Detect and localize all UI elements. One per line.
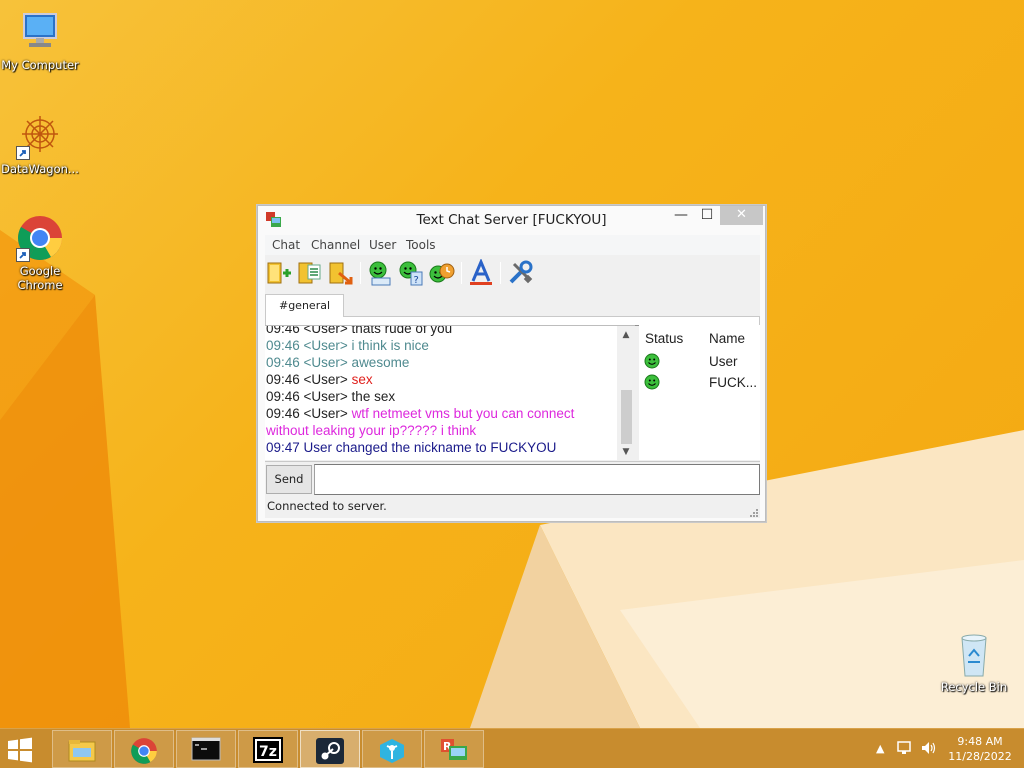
taskbar-file-explorer[interactable] bbox=[52, 730, 112, 768]
chat-message: 09:46 <User> awesome bbox=[266, 355, 410, 370]
vpn-icon bbox=[380, 739, 404, 763]
message-prefix: 09:46 <User> bbox=[266, 372, 352, 387]
user-list-header: Status Name bbox=[639, 325, 760, 351]
taskbar-vpn[interactable] bbox=[362, 730, 422, 768]
user-list-item[interactable]: FUCK... bbox=[639, 374, 760, 394]
message-input-row: Send bbox=[265, 461, 760, 495]
chat-message: 09:46 <User> i think is nice bbox=[266, 338, 429, 353]
computer-icon bbox=[16, 8, 64, 56]
chat-log[interactable]: 09:46 <User> thats rude of you 09:46 <Us… bbox=[265, 325, 635, 460]
taskbar-remote-app[interactable]: R bbox=[424, 730, 484, 768]
scroll-thumb[interactable] bbox=[621, 390, 632, 444]
taskbar-steam[interactable] bbox=[300, 730, 360, 768]
title-bar[interactable]: Text Chat Server [FUCKYOU] — ☐ ✕ bbox=[257, 205, 766, 235]
window-client-area: Chat Channel User Tools ? #general 09:46… bbox=[265, 235, 760, 518]
shortcut-arrow-icon bbox=[16, 248, 30, 262]
desktop-icon-label: DataWagon... bbox=[1, 162, 79, 176]
close-button[interactable]: ✕ bbox=[720, 206, 763, 225]
user-list-item[interactable]: User bbox=[639, 353, 760, 373]
scroll-up-arrow-icon[interactable]: ▲ bbox=[621, 330, 631, 340]
resize-grip-icon[interactable] bbox=[748, 506, 758, 517]
windows-logo-icon bbox=[8, 737, 32, 763]
message-prefix: 09:46 <User> bbox=[266, 406, 352, 421]
tab-general[interactable]: #general bbox=[265, 294, 344, 317]
network-icon[interactable] bbox=[896, 740, 912, 759]
channel-tabs: #general bbox=[265, 294, 760, 326]
chat-message: 09:46 <User> wtf netmeet vms but you can… bbox=[265, 405, 617, 439]
taskbar-terminal[interactable] bbox=[176, 730, 236, 768]
message-text: sex bbox=[351, 372, 373, 387]
show-hidden-icons-icon[interactable]: ▲ bbox=[876, 742, 884, 755]
menu-chat[interactable]: Chat bbox=[272, 238, 300, 252]
whois-icon[interactable]: ? bbox=[397, 259, 425, 287]
minimize-button[interactable]: — bbox=[668, 206, 694, 226]
svg-text:?: ? bbox=[414, 275, 419, 286]
chat-message: 09:47 User changed the nickname to FUCKY… bbox=[266, 440, 557, 455]
recycle-bin-icon bbox=[950, 630, 998, 678]
connection-status: Connected to server. bbox=[267, 499, 387, 513]
steam-icon bbox=[316, 738, 344, 764]
desktop-icon-label: Recycle Bin bbox=[940, 680, 1008, 694]
toolbar-separator bbox=[461, 262, 462, 284]
desktop-icon-label: My Computer bbox=[1, 58, 79, 72]
user-info-icon[interactable] bbox=[366, 259, 394, 287]
taskbar-7zip[interactable]: 7z bbox=[238, 730, 298, 768]
menu-bar: Chat Channel User Tools bbox=[265, 235, 760, 255]
online-status-icon bbox=[644, 374, 660, 390]
7zip-icon: 7z bbox=[253, 737, 283, 763]
column-header-status[interactable]: Status bbox=[645, 331, 683, 346]
user-name: User bbox=[709, 354, 738, 369]
file-explorer-icon bbox=[68, 740, 96, 762]
desktop-icon-google-chrome[interactable]: Google Chrome bbox=[0, 214, 80, 292]
chat-message: 09:46 <User> the sex bbox=[266, 389, 396, 404]
chat-log-scrollbar[interactable]: ▲ ▼ bbox=[617, 326, 635, 460]
message-input[interactable] bbox=[314, 464, 760, 495]
chat-message: 09:46 <User> thats rude of you bbox=[266, 325, 453, 336]
chrome-icon bbox=[16, 214, 64, 262]
menu-user[interactable]: User bbox=[369, 238, 396, 252]
channel-list-icon[interactable] bbox=[296, 259, 324, 287]
clock-date: 11/28/2022 bbox=[948, 750, 1012, 763]
datawagon-icon bbox=[16, 112, 64, 160]
toolbar: ? bbox=[265, 256, 760, 290]
toolbar-separator bbox=[500, 262, 501, 284]
settings-icon[interactable] bbox=[506, 259, 534, 287]
chat-server-window: Text Chat Server [FUCKYOU] — ☐ ✕ Chat Ch… bbox=[256, 204, 767, 523]
taskbar-clock[interactable]: 9:48 AM 11/28/2022 bbox=[940, 734, 1020, 764]
join-channel-icon[interactable] bbox=[265, 259, 293, 287]
user-name: FUCK... bbox=[709, 375, 758, 390]
leave-channel-icon[interactable] bbox=[327, 259, 355, 287]
desktop-icon-label: Google Chrome bbox=[17, 264, 63, 292]
remote-app-icon: R bbox=[441, 739, 467, 760]
maximize-button[interactable]: ☐ bbox=[694, 206, 720, 226]
chrome-icon bbox=[131, 738, 157, 764]
toolbar-separator bbox=[360, 262, 361, 284]
desktop-icon-my-computer[interactable]: My Computer bbox=[0, 8, 80, 72]
menu-tools[interactable]: Tools bbox=[406, 238, 436, 252]
terminal-icon bbox=[191, 737, 221, 761]
clock-time: 9:48 AM bbox=[957, 735, 1003, 748]
font-icon[interactable] bbox=[467, 259, 495, 287]
taskbar: 7z R ▲ 9:48 AM 11/28/2022 bbox=[0, 728, 1024, 768]
svg-text:7z: 7z bbox=[259, 744, 277, 760]
desktop-icon-datawagon[interactable]: DataWagon... bbox=[0, 112, 80, 176]
online-status-icon bbox=[644, 353, 660, 369]
desktop-icon-recycle-bin[interactable]: Recycle Bin bbox=[934, 630, 1014, 694]
status-bar: Connected to server. bbox=[265, 496, 760, 518]
user-list[interactable]: Status Name User FUCK... bbox=[639, 325, 760, 460]
scroll-down-arrow-icon[interactable]: ▼ bbox=[621, 447, 631, 457]
send-button[interactable]: Send bbox=[266, 465, 312, 494]
shortcut-arrow-icon bbox=[16, 146, 30, 160]
start-button[interactable] bbox=[6, 737, 38, 763]
taskbar-chrome[interactable] bbox=[114, 730, 174, 768]
away-icon[interactable] bbox=[428, 259, 456, 287]
chat-message: 09:46 <User> sex bbox=[265, 371, 617, 388]
menu-channel[interactable]: Channel bbox=[311, 238, 360, 252]
volume-icon[interactable] bbox=[920, 740, 936, 759]
column-header-name[interactable]: Name bbox=[709, 331, 745, 346]
